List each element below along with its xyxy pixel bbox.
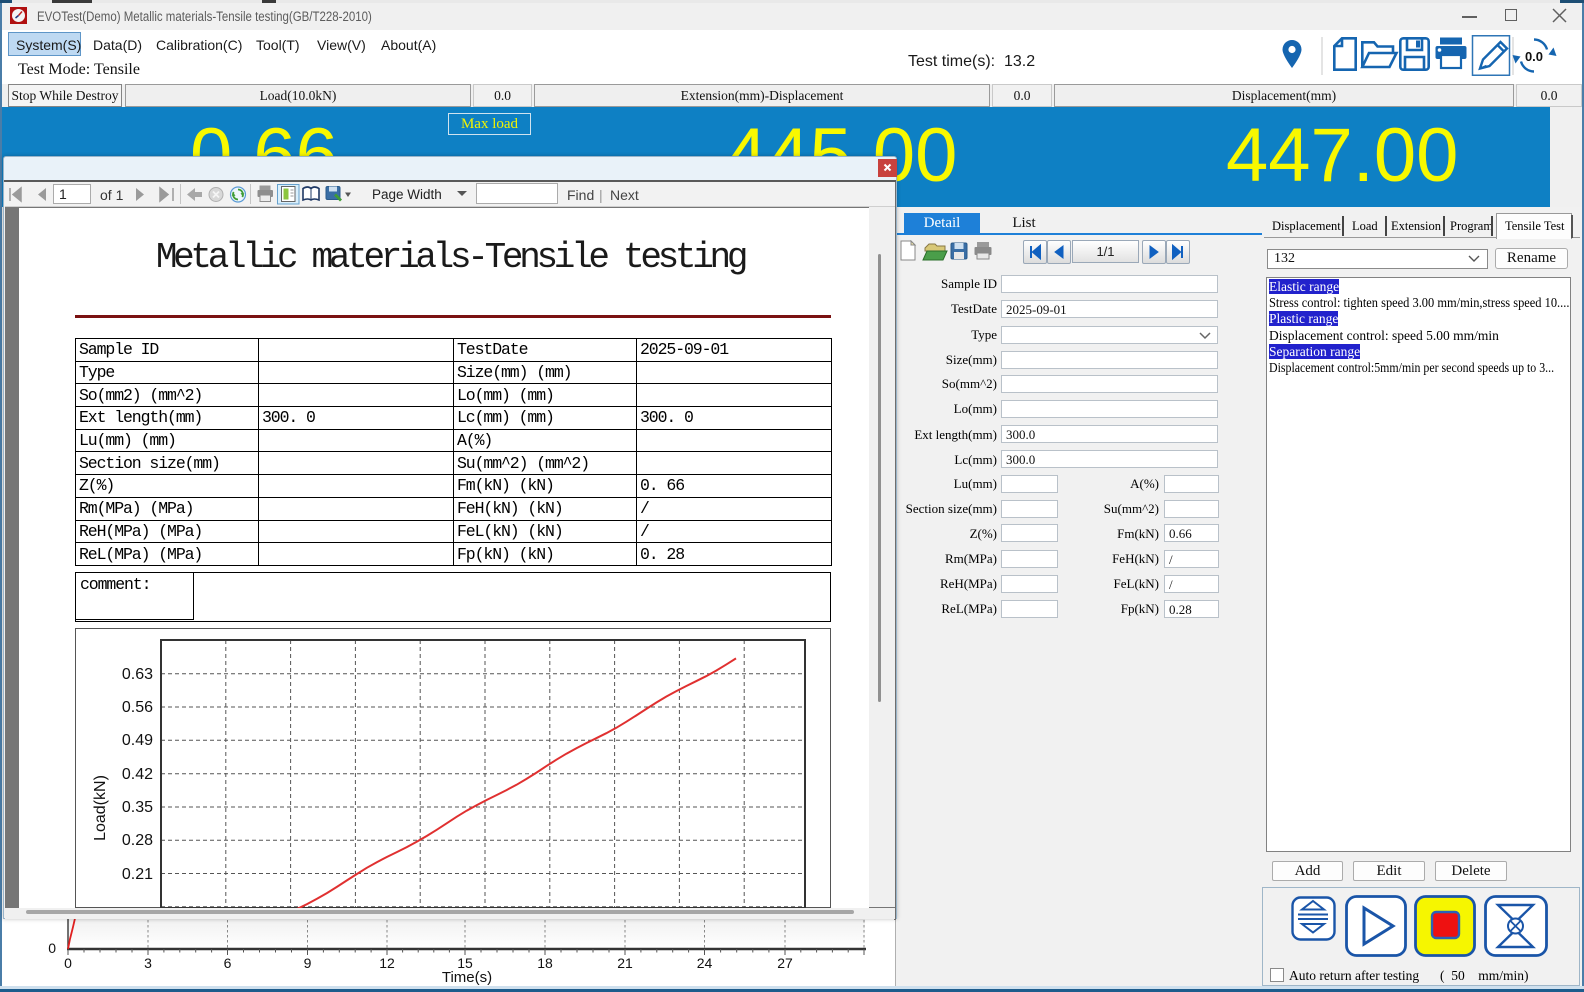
svg-text:Load(kN): Load(kN) (92, 775, 109, 841)
svg-text:0: 0 (48, 940, 56, 956)
svg-text:0.63: 0.63 (122, 666, 153, 683)
svg-text:0.42: 0.42 (122, 766, 153, 783)
svg-text:0: 0 (64, 955, 72, 971)
svg-text:3: 3 (144, 955, 152, 971)
svg-text:0.28: 0.28 (122, 832, 153, 849)
svg-text:21: 21 (617, 955, 633, 971)
svg-text:0.56: 0.56 (122, 699, 153, 716)
svg-text:18: 18 (537, 955, 553, 971)
svg-text:6: 6 (224, 955, 232, 971)
svg-text:9: 9 (304, 955, 312, 971)
svg-text:0.0: 0.0 (1525, 49, 1543, 64)
svg-text:24: 24 (697, 955, 713, 971)
svg-text:12: 12 (379, 955, 395, 971)
svg-text:0.35: 0.35 (122, 799, 153, 816)
svg-text:Time(s): Time(s) (442, 969, 492, 986)
svg-text:0.49: 0.49 (122, 732, 153, 749)
svg-text:0.21: 0.21 (122, 866, 153, 883)
svg-text:27: 27 (777, 955, 793, 971)
